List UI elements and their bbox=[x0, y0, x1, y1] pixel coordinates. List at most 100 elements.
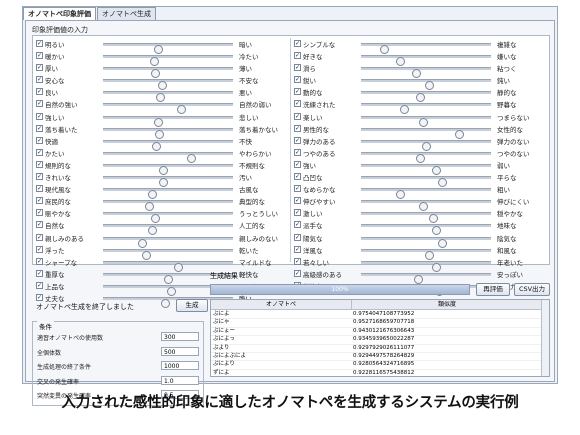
table-scrollbar[interactable] bbox=[541, 300, 549, 376]
table-row[interactable]: ずによ 0.9228116575438812 bbox=[211, 369, 543, 376]
scale-slider-track[interactable] bbox=[361, 139, 491, 151]
onomatopoeia-cell: ぶによ bbox=[213, 311, 230, 317]
scale-checkbox[interactable]: ✓ bbox=[294, 88, 301, 96]
right-scale-row: ✓ 洋風な 和風な bbox=[293, 244, 550, 260]
scale-slider-track[interactable] bbox=[103, 212, 233, 224]
scale-checkbox[interactable]: ✓ bbox=[36, 88, 43, 96]
onomatopoeia-cell: ぶによっ bbox=[213, 336, 235, 343]
scale-slider-track[interactable] bbox=[361, 236, 491, 248]
scale-checkbox[interactable]: ✓ bbox=[36, 40, 43, 47]
scale-checkbox[interactable]: ✓ bbox=[294, 221, 301, 229]
scale-slider-track[interactable] bbox=[361, 212, 491, 224]
scale-checkbox[interactable]: ✓ bbox=[36, 124, 43, 132]
column-header-similarity[interactable]: 類似度 bbox=[351, 300, 543, 309]
scale-checkbox[interactable]: ✓ bbox=[36, 52, 43, 60]
scale-slider-track[interactable] bbox=[103, 151, 233, 163]
scale-checkbox[interactable]: ✓ bbox=[294, 148, 301, 156]
scale-checkbox[interactable]: ✓ bbox=[36, 209, 43, 217]
scale-slider-track[interactable] bbox=[103, 127, 233, 139]
scale-slider-track[interactable] bbox=[103, 79, 233, 91]
scale-checkbox[interactable]: ✓ bbox=[36, 245, 43, 253]
scale-slider-track[interactable] bbox=[361, 79, 491, 91]
scale-slider-track[interactable] bbox=[361, 43, 491, 54]
scale-slider-track[interactable] bbox=[103, 139, 233, 151]
right-scale-row: ✓ 楽しい つまらない bbox=[293, 111, 550, 127]
scale-right-label: 落ち着かない bbox=[239, 125, 278, 134]
scale-left-label: 快適 bbox=[45, 137, 58, 146]
scale-checkbox[interactable]: ✓ bbox=[36, 185, 43, 193]
scale-slider-track[interactable] bbox=[361, 151, 491, 163]
scale-checkbox[interactable]: ✓ bbox=[36, 233, 43, 241]
scale-slider-track[interactable] bbox=[103, 115, 233, 127]
scale-slider-track[interactable] bbox=[361, 103, 491, 115]
scale-checkbox[interactable]: ✓ bbox=[36, 76, 43, 84]
scale-checkbox[interactable]: ✓ bbox=[294, 173, 301, 181]
results-table: オノマトペ 類似度 ぶによ 0.9754047108773952 ぶにゃ 0.9527… bbox=[210, 299, 550, 377]
scale-checkbox[interactable]: ✓ bbox=[294, 124, 301, 132]
scale-checkbox[interactable]: ✓ bbox=[294, 100, 301, 108]
scale-checkbox[interactable]: ✓ bbox=[36, 173, 43, 181]
scale-checkbox[interactable]: ✓ bbox=[36, 257, 43, 265]
scale-slider-track[interactable] bbox=[103, 43, 233, 54]
scale-slider-track[interactable] bbox=[103, 176, 233, 188]
scale-checkbox[interactable]: ✓ bbox=[294, 160, 301, 168]
scale-slider-track[interactable] bbox=[361, 127, 491, 139]
reevaluate-button[interactable]: 再評価 bbox=[476, 283, 510, 296]
scale-slider-track[interactable] bbox=[103, 248, 233, 260]
tab-impression-eval[interactable]: オノマトペ印象評価 bbox=[23, 7, 96, 20]
scale-slider-track[interactable] bbox=[103, 163, 233, 175]
tab-onomatopoeia-generate[interactable]: オノマトペ生成 bbox=[97, 7, 156, 20]
scale-slider-track[interactable] bbox=[103, 55, 233, 67]
scale-slider-track[interactable] bbox=[103, 91, 233, 103]
scale-checkbox[interactable]: ✓ bbox=[36, 221, 43, 229]
scale-slider-track[interactable] bbox=[361, 260, 491, 272]
scale-slider-track[interactable] bbox=[361, 115, 491, 127]
scale-checkbox[interactable]: ✓ bbox=[294, 245, 301, 253]
condition-input[interactable]: 300 bbox=[161, 332, 199, 341]
scale-checkbox[interactable]: ✓ bbox=[36, 136, 43, 144]
scale-checkbox[interactable]: ✓ bbox=[294, 197, 301, 205]
scale-checkbox[interactable]: ✓ bbox=[294, 233, 301, 241]
scale-checkbox[interactable]: ✓ bbox=[36, 64, 43, 72]
scale-checkbox[interactable]: ✓ bbox=[294, 185, 301, 193]
scale-checkbox[interactable]: ✓ bbox=[36, 112, 43, 120]
left-scale-row: ✓ きれいな 汚い bbox=[35, 171, 292, 188]
scale-left-label: 鋭い bbox=[303, 77, 316, 86]
scale-slider-track[interactable] bbox=[103, 200, 233, 212]
scale-slider-track[interactable] bbox=[361, 188, 491, 200]
condition-input[interactable]: 500 bbox=[161, 346, 199, 356]
scale-slider-track[interactable] bbox=[103, 260, 233, 272]
generate-button[interactable]: 生成 bbox=[176, 299, 208, 312]
scale-slider-track[interactable] bbox=[103, 188, 233, 200]
scale-checkbox[interactable]: ✓ bbox=[294, 257, 301, 265]
csv-export-button[interactable]: CSV出力 bbox=[514, 283, 550, 296]
scale-checkbox[interactable]: ✓ bbox=[294, 136, 301, 144]
scale-checkbox[interactable]: ✓ bbox=[294, 112, 301, 120]
scale-checkbox[interactable]: ✓ bbox=[36, 100, 43, 108]
scale-slider-track[interactable] bbox=[361, 248, 491, 260]
scale-checkbox[interactable]: ✓ bbox=[36, 160, 43, 168]
scale-slider-track[interactable] bbox=[103, 224, 233, 236]
scale-checkbox[interactable]: ✓ bbox=[294, 209, 301, 217]
scale-checkbox[interactable]: ✓ bbox=[294, 64, 301, 72]
column-header-onomatopoeia[interactable]: オノマトペ bbox=[211, 300, 352, 309]
scale-checkbox[interactable]: ✓ bbox=[294, 76, 301, 84]
scale-checkbox[interactable]: ✓ bbox=[36, 148, 43, 156]
condition-input[interactable]: 1.0 bbox=[161, 375, 199, 385]
scale-slider-track[interactable] bbox=[103, 103, 233, 115]
scale-left-label: 若々しい bbox=[303, 258, 329, 267]
scale-slider-track[interactable] bbox=[361, 67, 491, 79]
scale-slider-track[interactable] bbox=[103, 67, 233, 79]
scale-checkbox[interactable]: ✓ bbox=[294, 52, 301, 60]
scale-slider-track[interactable] bbox=[103, 236, 233, 248]
condition-input[interactable]: 1000 bbox=[161, 361, 199, 370]
scale-checkbox[interactable]: ✓ bbox=[294, 40, 301, 47]
scale-slider-track[interactable] bbox=[361, 163, 491, 175]
scale-right-label: 汚い bbox=[239, 174, 252, 183]
scale-slider-track[interactable] bbox=[361, 200, 491, 212]
scale-slider-track[interactable] bbox=[361, 55, 491, 67]
scale-slider-track[interactable] bbox=[361, 176, 491, 188]
scale-slider-track[interactable] bbox=[361, 224, 491, 236]
scale-checkbox[interactable]: ✓ bbox=[36, 197, 43, 205]
scale-slider-track[interactable] bbox=[361, 91, 491, 103]
